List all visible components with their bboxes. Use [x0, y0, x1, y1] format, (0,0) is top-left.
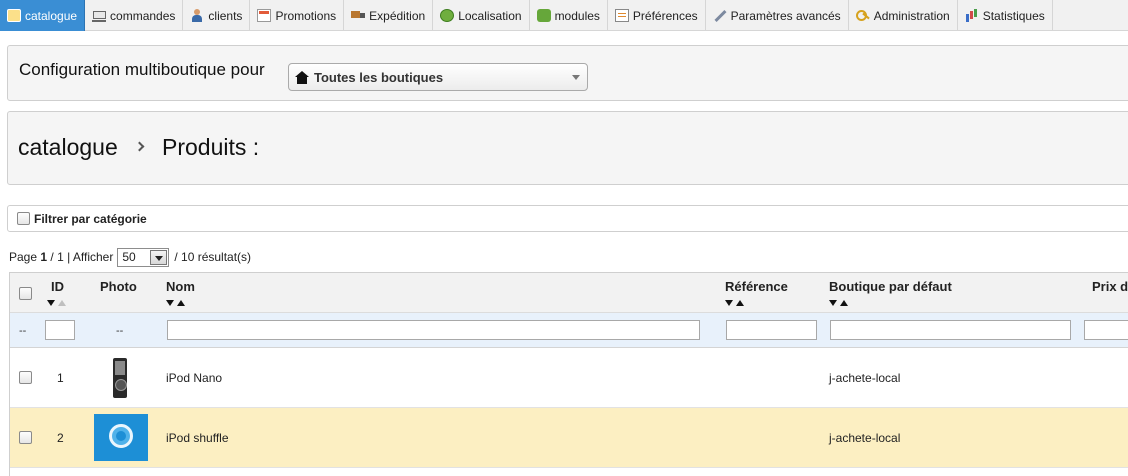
promo-icon	[257, 9, 272, 22]
tab-label: modules	[554, 8, 600, 23]
key-icon	[855, 9, 870, 22]
show-label: | Afficher	[67, 250, 114, 264]
column-reference: Référence	[725, 279, 788, 294]
filter-price-input[interactable]	[1084, 320, 1128, 340]
column-id: ID	[51, 279, 64, 294]
tab-parametres-avances[interactable]: Paramètres avancés	[706, 0, 849, 31]
table-header: ID Photo Nom Référence Boutique par défa…	[10, 273, 1128, 313]
chevron-down-icon	[572, 75, 580, 80]
category-filter-checkbox[interactable]	[17, 212, 30, 225]
row-default-shop: j-achete-local	[829, 371, 901, 385]
tab-label: clients	[208, 8, 243, 23]
tab-label: Localisation	[458, 8, 522, 23]
tab-label: Paramètres avancés	[730, 8, 841, 23]
category-filter-bar: Filtrer par catégorie	[7, 205, 1128, 232]
pagination: Page 1 / 1 | Afficher 50 / 10 résultat(s…	[9, 247, 251, 267]
filter-name-input[interactable]	[167, 320, 700, 340]
sort-asc-icon[interactable]	[736, 300, 744, 306]
sort-asc-icon[interactable]	[58, 300, 66, 306]
filter-dash: --	[116, 325, 124, 337]
globe-icon	[440, 9, 455, 22]
ipod-shuffle-image	[94, 414, 148, 461]
category-filter-label: Filtrer par catégorie	[34, 211, 147, 226]
tab-label: Préférences	[632, 8, 698, 23]
filter-dash: --	[19, 325, 27, 337]
total-pages: / 1	[50, 250, 64, 264]
sort-desc-icon[interactable]	[829, 300, 837, 306]
sort-asc-icon[interactable]	[177, 300, 185, 306]
column-price: Prix d	[1092, 279, 1128, 294]
chevron-right-icon	[134, 141, 145, 152]
breadcrumb-section[interactable]: catalogue	[18, 134, 118, 161]
tab-promotions[interactable]: Promotions	[250, 0, 345, 31]
tab-label: Statistiques	[982, 8, 1045, 23]
row-name: iPod Nano	[166, 371, 223, 385]
breadcrumb: catalogue Produits :	[7, 111, 1128, 185]
row-checkbox[interactable]	[19, 371, 32, 384]
chevron-down-icon[interactable]	[150, 249, 168, 265]
sort-controls-name	[166, 300, 185, 306]
tab-modules[interactable]: modules	[530, 0, 608, 31]
sort-desc-icon[interactable]	[725, 300, 733, 306]
page-title: Produits :	[162, 134, 260, 160]
tab-label: Promotions	[275, 8, 337, 23]
home-icon	[295, 70, 309, 84]
filter-default-shop-input[interactable]	[830, 320, 1071, 340]
sort-controls-default-shop	[829, 300, 848, 306]
tab-label: catalogue	[25, 8, 78, 23]
preferences-icon	[614, 9, 629, 22]
results-count: / 10 résultat(s)	[174, 250, 252, 264]
filter-id-input[interactable]	[45, 320, 75, 340]
per-page-value: 50	[122, 250, 136, 264]
products-table: ID Photo Nom Référence Boutique par défa…	[9, 272, 1128, 476]
sort-desc-icon[interactable]	[47, 300, 55, 306]
main-menu: catalogue commandes clients Promotions E…	[0, 0, 1128, 31]
sort-controls-reference	[725, 300, 744, 306]
tab-catalogue[interactable]: catalogue	[0, 0, 86, 31]
tab-preferences[interactable]: Préférences	[608, 0, 706, 31]
truck-icon	[351, 9, 366, 22]
sort-controls-id	[47, 300, 66, 306]
cart-icon	[92, 9, 107, 22]
tab-localisation[interactable]: Localisation	[433, 0, 530, 31]
tab-label: Administration	[873, 8, 950, 23]
wrench-icon	[713, 9, 727, 22]
shop-select[interactable]: Toutes les boutiques	[288, 63, 588, 91]
puzzle-icon	[536, 9, 551, 22]
row-default-shop: j-achete-local	[829, 431, 901, 445]
column-name: Nom	[166, 279, 195, 294]
filter-reference-input[interactable]	[726, 320, 817, 340]
shop-select-value: Toutes les boutiques	[314, 69, 444, 85]
row-checkbox[interactable]	[19, 431, 32, 444]
multishop-label: Configuration multiboutique pour	[19, 60, 265, 79]
select-all-checkbox[interactable]	[19, 287, 32, 300]
column-photo: Photo	[100, 279, 137, 294]
tab-label: Expédition	[369, 8, 426, 23]
row-id: 1	[57, 371, 64, 385]
row-name: iPod shuffle	[166, 431, 229, 445]
tab-commandes[interactable]: commandes	[85, 0, 184, 31]
multishop-config-panel: Configuration multiboutique pour Toutes …	[7, 45, 1128, 101]
tab-clients[interactable]: clients	[183, 0, 251, 31]
row-id: 2	[57, 431, 64, 445]
tab-statistiques[interactable]: Statistiques	[958, 0, 1053, 31]
tab-administration[interactable]: Administration	[849, 0, 958, 31]
sort-asc-icon[interactable]	[840, 300, 848, 306]
tab-expedition[interactable]: Expédition	[344, 0, 434, 31]
column-default-shop: Boutique par défaut	[829, 279, 952, 294]
per-page-select[interactable]: 50	[117, 247, 170, 267]
table-row[interactable]: 1 iPod Nano j-achete-local	[10, 348, 1128, 408]
table-row[interactable]: 2 iPod shuffle j-achete-local	[10, 408, 1128, 468]
tab-label: commandes	[110, 8, 176, 23]
stats-icon	[965, 9, 979, 22]
folder-icon	[7, 9, 21, 22]
sort-desc-icon[interactable]	[166, 300, 174, 306]
current-page: 1	[40, 250, 48, 264]
ipod-nano-image	[113, 358, 127, 398]
page-label: Page	[9, 250, 38, 264]
filter-row: -- --	[10, 313, 1128, 348]
person-icon	[190, 9, 204, 22]
